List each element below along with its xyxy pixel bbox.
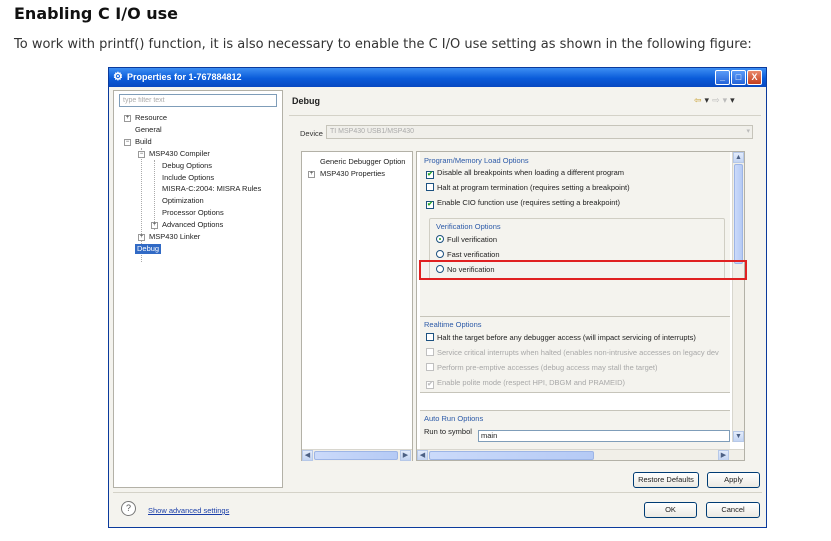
tree-item-msp430-linker[interactable]: MSP430 Linker (149, 232, 200, 242)
checkbox-icon: ✔ (426, 171, 434, 179)
checkbox-icon: ✔ (426, 201, 434, 209)
ok-button[interactable]: OK (644, 502, 697, 518)
checkbox-icon (426, 183, 434, 191)
polite-mode-checkbox[interactable]: ✔ Enable polite mode (respect HPI, DBGM a… (426, 378, 625, 389)
section-title: Realtime Options (424, 320, 482, 329)
back-arrow-icon[interactable]: ⇦ (694, 95, 705, 105)
group-title: Verification Options (436, 222, 501, 231)
scroll-right-icon[interactable]: ▶ (718, 450, 729, 460)
tree-item-generic-debugger[interactable]: Generic Debugger Option (320, 157, 405, 167)
forward-arrow-icon[interactable]: ⇨ (712, 95, 723, 105)
debug-options-pane: Program/Memory Load Options ✔ Disable all… (416, 151, 745, 461)
title-bar[interactable]: ⚙ Properties for 1-767884812 _ □ X (109, 68, 766, 87)
checkbox-icon (426, 363, 434, 371)
scroll-left-icon[interactable]: ◀ (302, 450, 313, 461)
preemptive-access-checkbox[interactable]: Perform pre-emptive accesses (debug acce… (426, 363, 658, 373)
doc-title: Enabling C I/O use (14, 4, 178, 23)
tree-item-msp430-compiler[interactable]: MSP430 Compiler (149, 149, 210, 159)
disable-breakpoints-checkbox[interactable]: ✔ Disable all breakpoints when loading a … (426, 168, 624, 179)
restore-defaults-button[interactable]: Restore Defaults (633, 472, 699, 488)
radio-icon (436, 250, 444, 258)
page-title: Debug (292, 96, 320, 106)
scroll-right-icon[interactable]: ▶ (400, 450, 411, 461)
tree-item-general[interactable]: General (135, 125, 162, 135)
tree-item-include-options[interactable]: Include Options (162, 173, 214, 183)
full-verification-radio[interactable]: Full verification (436, 235, 497, 245)
minimize-button[interactable]: _ (715, 70, 730, 85)
scroll-thumb[interactable] (314, 451, 398, 460)
device-value: TI MSP430 USB1/MSP430 (330, 128, 415, 135)
back-menu-icon[interactable]: ▾ (705, 95, 713, 105)
tree-item-optimization[interactable]: Optimization (162, 196, 204, 206)
device-select[interactable]: TI MSP430 USB1/MSP430 ▾ (326, 125, 753, 139)
device-label: Device (300, 129, 323, 138)
scroll-down-icon[interactable]: ▼ (733, 431, 744, 442)
enable-cio-checkbox[interactable]: ✔ Enable CIO function use (requires setti… (426, 198, 620, 209)
tree-item-resource[interactable]: Resource (135, 113, 167, 123)
properties-dialog: ⚙ Properties for 1-767884812 _ □ X + Res… (108, 67, 767, 528)
checkbox-icon (426, 348, 434, 356)
view-menu-icon[interactable]: ▾ (730, 95, 738, 105)
maximize-button[interactable]: □ (731, 70, 746, 85)
advanced-settings-link[interactable]: Show advanced settings (148, 506, 229, 515)
run-to-symbol-input[interactable]: main (478, 430, 730, 442)
radio-icon (436, 235, 444, 243)
collapse-icon[interactable]: − (138, 151, 145, 158)
tree-item-msp430-properties[interactable]: MSP430 Properties (320, 169, 385, 179)
halt-target-checkbox[interactable]: Halt the target before any debugger acce… (426, 333, 696, 343)
tree-item-build[interactable]: Build (135, 137, 152, 147)
tree-guide-line (154, 160, 155, 230)
horizontal-scrollbar[interactable]: ◀ ▶ (417, 449, 744, 460)
close-button[interactable]: X (747, 70, 762, 85)
history-nav: ⇦▾⇨▾▾ (694, 95, 738, 106)
apply-button[interactable]: Apply (707, 472, 760, 488)
tree-item-processor-options[interactable]: Processor Options (162, 208, 224, 218)
checkbox-icon (426, 333, 434, 341)
fast-verification-radio[interactable]: Fast verification (436, 250, 500, 260)
scroll-up-icon[interactable]: ▲ (733, 152, 744, 163)
scroll-thumb[interactable] (429, 451, 594, 460)
header-divider (289, 115, 761, 116)
service-interrupts-checkbox[interactable]: Service critical interrupts when halted … (426, 348, 719, 358)
window-title: Properties for 1-767884812 (127, 72, 242, 82)
filter-input[interactable] (119, 94, 277, 107)
expand-icon[interactable]: + (151, 222, 158, 229)
cio-highlight-box (419, 260, 747, 280)
tree-item-advanced-options[interactable]: Advanced Options (162, 220, 223, 230)
checkbox-icon: ✔ (426, 381, 434, 389)
vertical-scrollbar[interactable]: ▲ ▼ (732, 152, 744, 442)
app-gear-icon: ⚙ (113, 71, 123, 83)
properties-nav-panel: + Resource General − Build − MSP430 Comp… (113, 90, 283, 488)
cancel-button[interactable]: Cancel (706, 502, 760, 518)
horizontal-scrollbar[interactable]: ◀ ▶ (302, 449, 412, 461)
debugger-category-tree: Generic Debugger Option + MSP430 Propert… (301, 151, 413, 461)
doc-intro: To work with printf() function, it is al… (14, 37, 752, 52)
tree-item-misra-rules[interactable]: MISRA-C:2004: MISRA Rules (162, 184, 261, 194)
run-to-symbol-label: Run to symbol (424, 427, 472, 436)
chevron-down-icon: ▾ (746, 128, 750, 135)
scroll-left-icon[interactable]: ◀ (417, 450, 428, 460)
expand-icon[interactable]: + (308, 171, 315, 178)
tree-item-debug[interactable]: Debug (135, 244, 162, 254)
collapse-icon[interactable]: − (124, 139, 131, 146)
help-icon[interactable]: ? (121, 501, 136, 516)
tree-item-debug-options[interactable]: Debug Options (162, 161, 212, 171)
footer-divider (113, 492, 762, 493)
expand-icon[interactable]: + (138, 234, 145, 241)
halt-at-termination-checkbox[interactable]: Halt at program termination (requires se… (426, 183, 630, 193)
realtime-options-section: Realtime Options Halt the target before … (420, 316, 730, 393)
expand-icon[interactable]: + (124, 115, 131, 122)
section-title: Program/Memory Load Options (424, 156, 529, 165)
section-title: Auto Run Options (424, 414, 484, 423)
scroll-thumb[interactable] (734, 164, 743, 264)
